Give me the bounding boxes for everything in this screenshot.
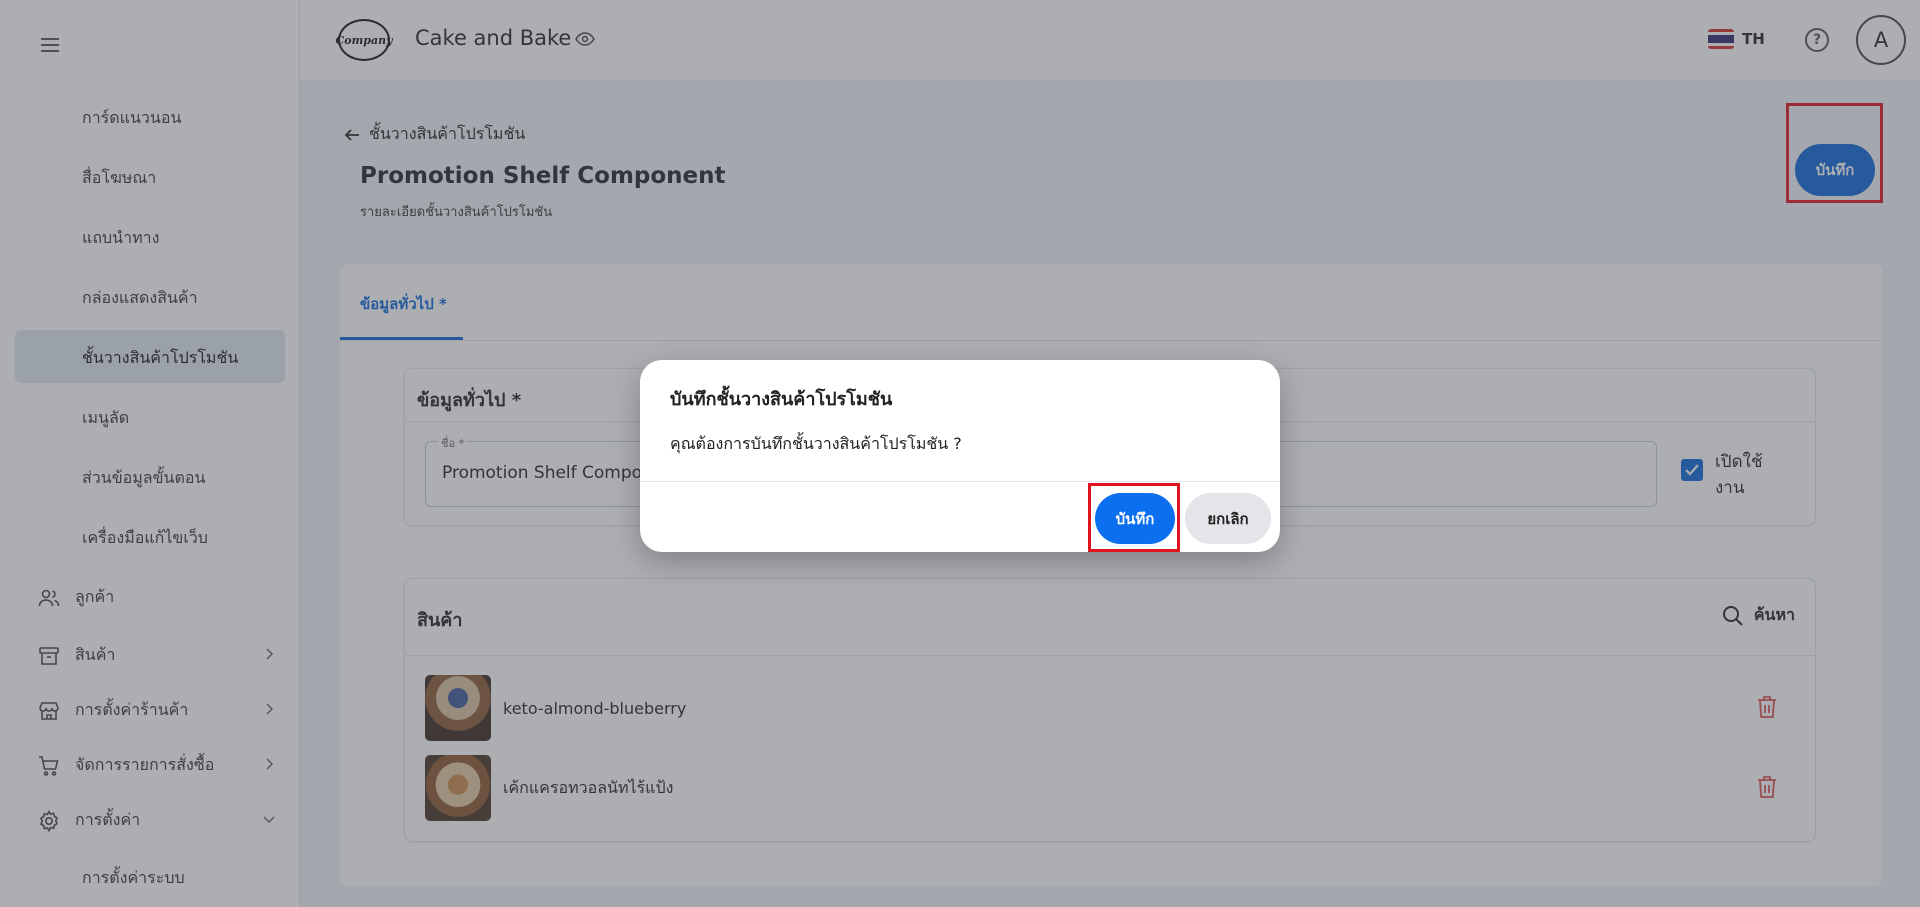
confirm-dialog: บันทึกชั้นวางสินค้าโปรโมชัน คุณต้องการบั… bbox=[640, 360, 1280, 552]
dialog-divider bbox=[640, 481, 1280, 482]
dialog-title: บันทึกชั้นวางสินค้าโปรโมชัน bbox=[670, 389, 893, 410]
dialog-message: คุณต้องการบันทึกชั้นวางสินค้าโปรโมชัน ? bbox=[670, 434, 962, 453]
highlight-box bbox=[1088, 483, 1180, 552]
cancel-button[interactable]: ยกเลิก bbox=[1185, 493, 1271, 544]
